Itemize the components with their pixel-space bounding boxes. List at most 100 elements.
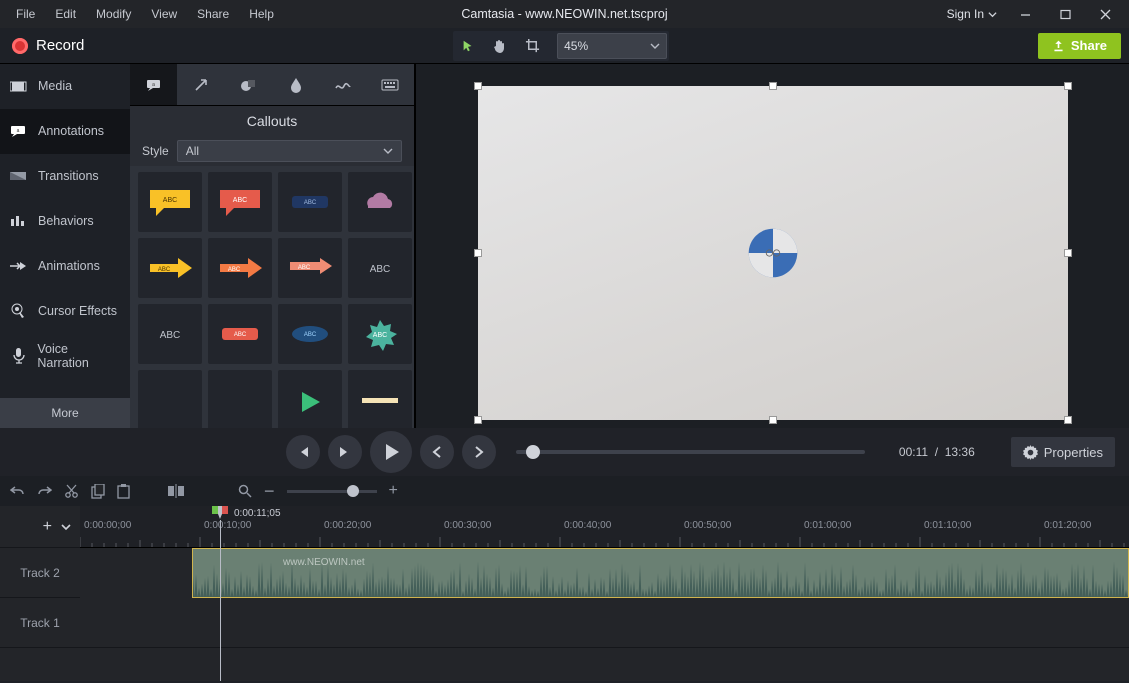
menu-modify[interactable]: Modify [86,3,141,25]
timeline-body[interactable]: 0:00:11;05 0:00:00;000:00:10;000:00:20;0… [80,506,1129,681]
clip-label: www.NEOWIN.net [283,557,365,568]
timeline-ruler[interactable]: 0:00:11;05 0:00:00;000:00:10;000:00:20;0… [80,506,1129,548]
sidebar-item-transitions[interactable]: Transitions [0,154,130,199]
cut-button[interactable] [64,484,79,499]
zoom-select[interactable]: 45% [557,33,667,59]
playhead-timecode: 0:00:11;05 [234,508,281,519]
prev-frame-button[interactable] [286,435,320,469]
callout-thumb[interactable]: ABC [348,238,412,298]
callout-thumb[interactable]: ABC [138,304,202,364]
callout-thumb[interactable]: ABC [138,238,202,298]
sidebar-item-cursor-effects[interactable]: Cursor Effects [0,289,130,334]
annotation-mode-tabs: a [130,64,414,106]
callout-thumb[interactable]: ABC [138,172,202,232]
track-header-1[interactable]: Track 1 [0,598,80,648]
resize-handle-r[interactable] [1064,249,1072,257]
next-frame-button[interactable] [328,435,362,469]
crop-tool-button[interactable] [519,33,545,59]
callout-thumb[interactable]: ABC [278,238,342,298]
chevron-down-icon[interactable] [60,521,72,533]
redo-button[interactable] [37,484,52,498]
properties-button[interactable]: Properties [1011,437,1115,467]
sidebar-more-button[interactable]: More [0,398,130,428]
resize-handle-b[interactable] [769,416,777,424]
paste-button[interactable] [117,484,130,499]
mode-keystroke-button[interactable] [367,64,414,106]
resize-handle-tr[interactable] [1064,82,1072,90]
callout-thumb[interactable] [208,370,272,428]
menu-share[interactable]: Share [187,3,239,25]
canvas-tools: 45% [453,31,669,61]
minimize-icon [1020,9,1031,20]
resize-handle-t[interactable] [769,82,777,90]
window-minimize-button[interactable] [1007,3,1043,25]
resize-handle-l[interactable] [474,249,482,257]
playhead-cap-icon [212,506,228,520]
style-select[interactable]: All [177,140,402,162]
split-button[interactable] [168,484,184,498]
chevron-down-icon [988,10,997,19]
zoom-in-button[interactable]: + [389,482,398,500]
share-button[interactable]: Share [1038,33,1121,59]
menu-file[interactable]: File [6,3,45,25]
sidebar-item-media[interactable]: Media [0,64,130,109]
track1-row[interactable] [80,598,1129,648]
undo-button[interactable] [10,484,25,498]
animations-icon [10,259,28,273]
canvas-area[interactable] [416,64,1129,428]
menubar: File Edit Modify View Share Help Camtasi… [0,0,1129,28]
menu-edit[interactable]: Edit [45,3,86,25]
callout-thumb[interactable]: ABC [208,172,272,232]
sidebar-item-animations[interactable]: Animations [0,244,130,289]
copy-button[interactable] [91,484,105,499]
mode-arrows-button[interactable] [177,64,224,106]
zoom-search-button[interactable] [238,484,252,498]
callout-thumb[interactable]: ABC [278,172,342,232]
style-value: All [186,144,199,158]
pan-tool-button[interactable] [487,33,513,59]
callout-thumb[interactable]: ABC [208,304,272,364]
timeline-zoom-knob[interactable] [347,485,359,497]
callout-thumb[interactable] [138,370,202,428]
resize-handle-tl[interactable] [474,82,482,90]
timeline-playhead[interactable] [220,520,221,681]
signin-button[interactable]: Sign In [941,3,1003,25]
resize-handle-br[interactable] [1064,416,1072,424]
callout-thumb[interactable]: ABC [278,304,342,364]
canvas-video-frame[interactable] [478,86,1068,420]
callout-thumb[interactable] [348,172,412,232]
callout-thumb[interactable] [348,370,412,428]
clip-track2[interactable]: www.NEOWIN.net [192,548,1129,598]
mode-sketch-button[interactable] [319,64,366,106]
playback-time: 00:11 / 13:36 [885,445,975,459]
resize-handle-bl[interactable] [474,416,482,424]
sidebar-item-label: Animations [38,259,100,273]
timeline: + Track 2 Track 1 0:00:11;05 0:00:00;000… [0,506,1129,681]
menu-help[interactable]: Help [239,3,284,25]
play-button[interactable] [370,431,412,473]
sidebar-item-voice-narration[interactable]: Voice Narration [0,334,130,379]
sidebar-item-behaviors[interactable]: Behaviors [0,199,130,244]
track-header-2[interactable]: Track 2 [0,548,80,598]
next-clip-button[interactable] [462,435,496,469]
callout-thumb[interactable]: ABC [348,304,412,364]
callout-thumb[interactable]: ABC [208,238,272,298]
callout-thumb[interactable] [278,370,342,428]
hand-icon [492,38,508,54]
menu-view[interactable]: View [141,3,187,25]
add-track-button[interactable]: + [43,518,52,536]
prev-clip-button[interactable] [420,435,454,469]
mode-blur-button[interactable] [272,64,319,106]
timeline-zoom-slider[interactable] [287,490,377,493]
mode-shapes-button[interactable] [225,64,272,106]
playback-slider[interactable] [516,450,865,454]
playback-knob[interactable] [526,445,540,459]
window-maximize-button[interactable] [1047,3,1083,25]
edit-tool-button[interactable] [455,33,481,59]
cursor-effects-icon [10,304,28,318]
zoom-out-button[interactable]: − [264,481,275,502]
record-button[interactable]: Record [12,37,84,54]
mode-callouts-button[interactable]: a [130,64,177,106]
sidebar-item-annotations[interactable]: aAnnotations [0,109,130,154]
window-close-button[interactable] [1087,3,1123,25]
